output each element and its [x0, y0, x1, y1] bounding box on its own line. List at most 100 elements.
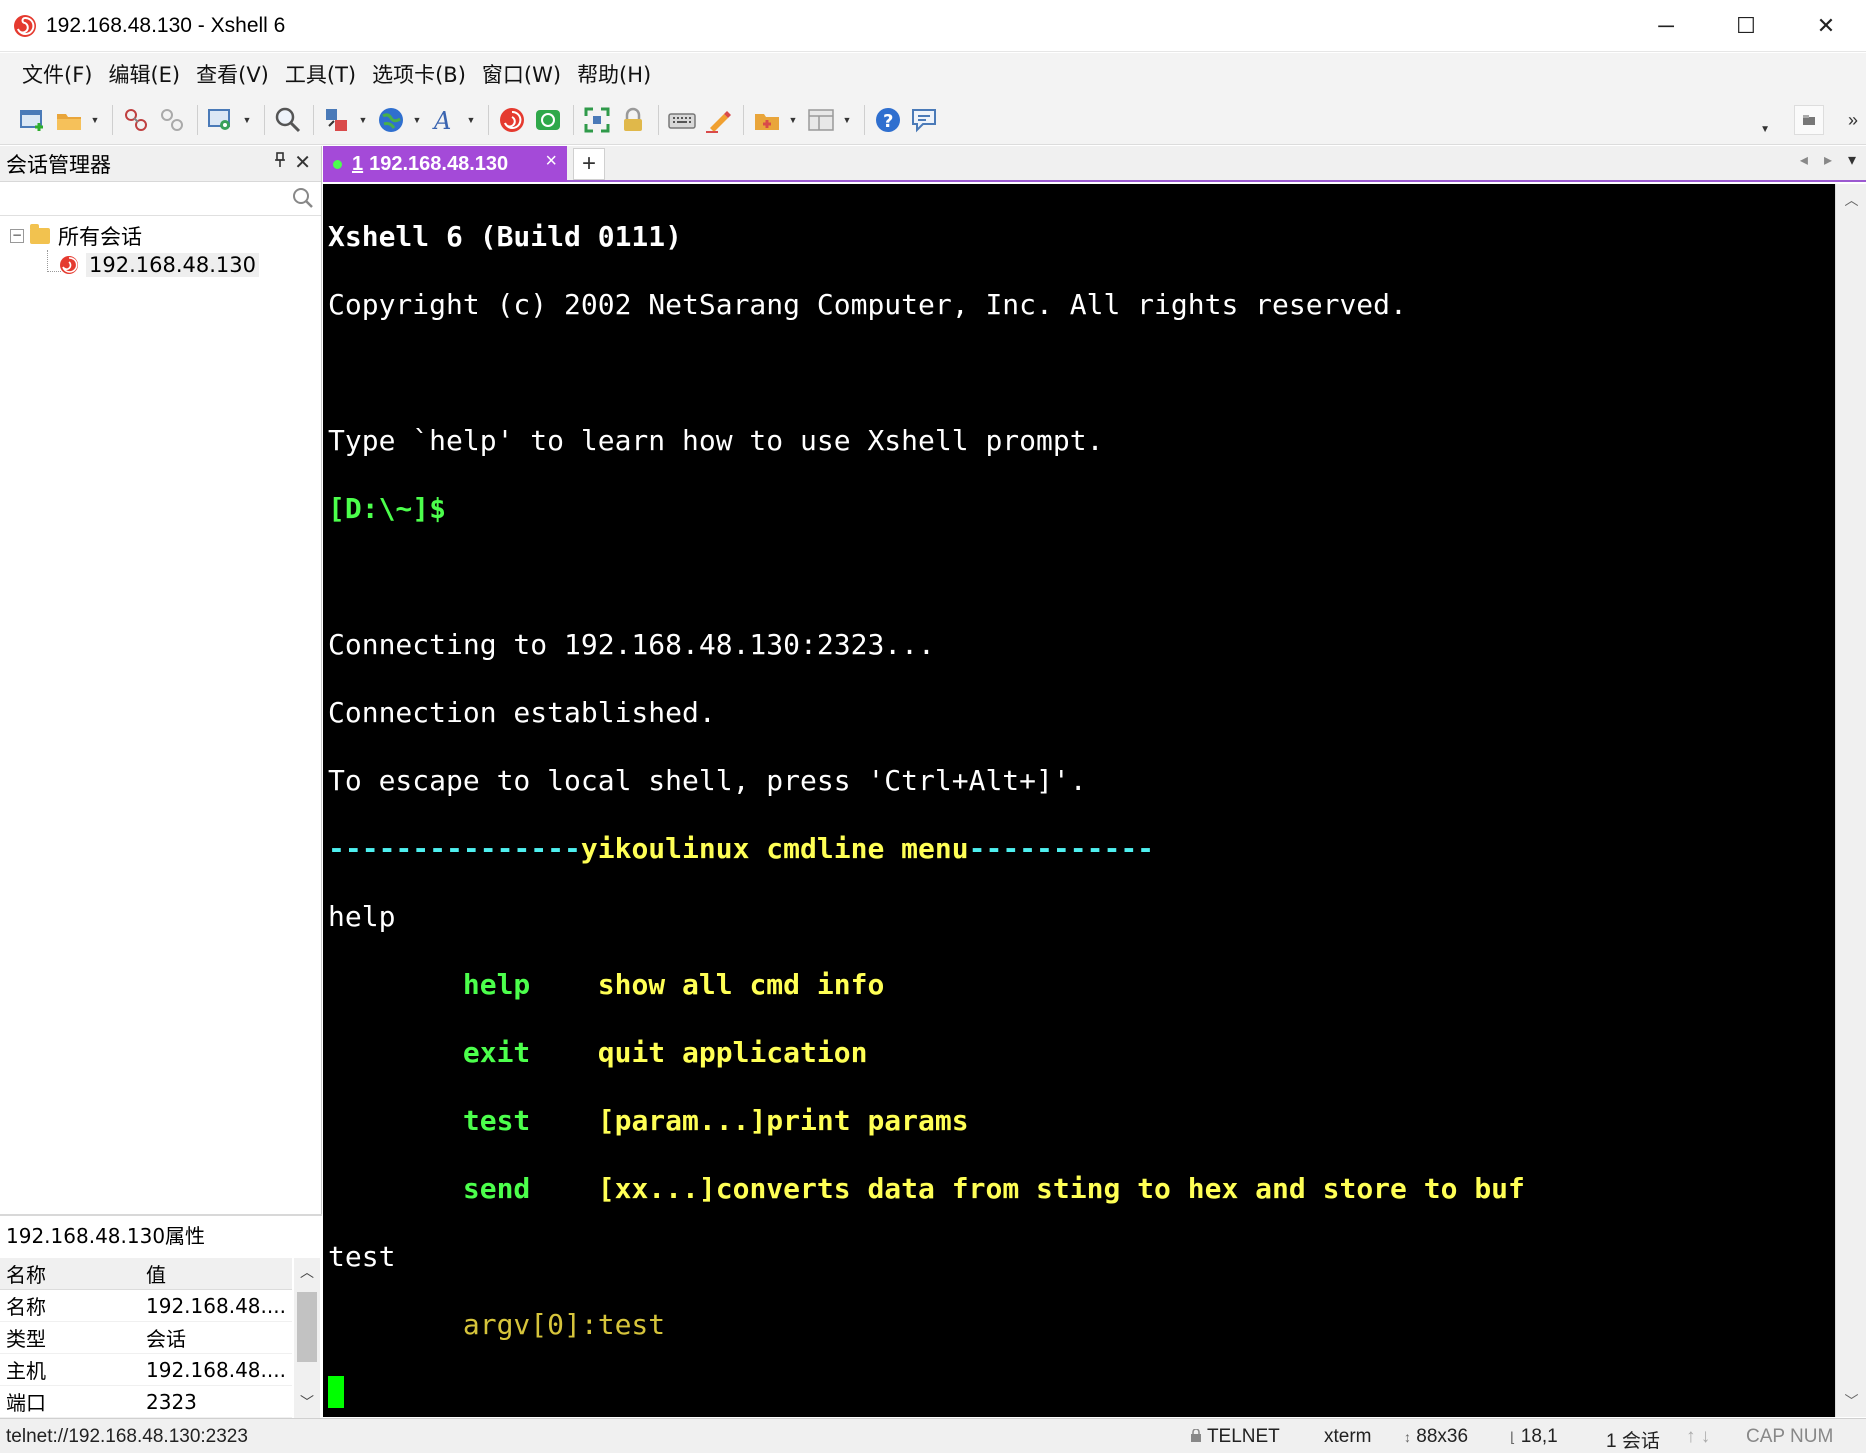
collapse-toggle-icon[interactable]: − — [10, 229, 24, 243]
status-protocol-label: TELNET — [1206, 1426, 1280, 1447]
compose-bar-icon[interactable] — [1793, 105, 1824, 135]
toolbar-separator — [573, 104, 574, 135]
property-value: 会话 — [146, 1327, 186, 1351]
tree-item-session[interactable]: 192.168.48.130 — [58, 251, 259, 279]
properties-dropdown-arrow-icon[interactable]: ▼ — [242, 105, 252, 135]
menu-tools[interactable]: 工具(T) — [277, 59, 364, 89]
table-row[interactable]: 端口 2323 — [0, 1386, 292, 1418]
fullscreen-icon[interactable] — [582, 105, 612, 135]
search-icon[interactable] — [291, 186, 315, 216]
menu-tabs[interactable]: 选项卡(B) — [364, 59, 474, 89]
folder-dropdown-arrow-icon[interactable]: ▼ — [788, 105, 798, 135]
find-icon[interactable] — [273, 105, 303, 135]
menu-description: [param...]print params — [597, 1104, 969, 1137]
menu-command: exit — [462, 1036, 531, 1069]
menu-help[interactable]: 帮助(H) — [569, 59, 659, 89]
upload-arrow-icon: ↑ — [1686, 1426, 1696, 1447]
font-dropdown-arrow-icon[interactable]: ▼ — [466, 105, 476, 135]
close-window-button[interactable]: ✕ — [1786, 0, 1866, 52]
close-tab-icon[interactable]: × — [545, 150, 557, 173]
properties-scrollbar[interactable]: ︿ ﹀ — [294, 1258, 320, 1418]
open-folder-icon[interactable] — [54, 105, 84, 135]
font-icon[interactable]: A — [430, 105, 460, 135]
menu-window[interactable]: 窗口(W) — [474, 59, 569, 89]
properties-table: 名称 值 名称 192.168.48.... 类型 会话 主机 192.168.… — [0, 1258, 292, 1418]
menu-command: test — [462, 1104, 531, 1137]
table-row[interactable]: 类型 会话 — [0, 1322, 292, 1354]
add-to-folder-icon[interactable] — [752, 105, 782, 135]
menu-description: show all cmd info — [597, 968, 885, 1001]
layout-icon[interactable] — [806, 105, 836, 135]
status-transfer-arrows: ↑ ↓ — [1686, 1426, 1710, 1448]
scroll-up-arrow-icon[interactable]: ︿ — [294, 1262, 320, 1282]
session-manager-header: 会话管理器 ✕ — [0, 146, 321, 182]
column-header-value[interactable]: 值 — [140, 1259, 290, 1288]
svg-text:?: ? — [883, 111, 893, 132]
scroll-down-arrow-icon[interactable]: ﹀ — [294, 1392, 320, 1412]
download-arrow-icon: ↓ — [1700, 1426, 1711, 1447]
new-session-icon[interactable] — [18, 105, 48, 135]
reconnect-icon[interactable] — [121, 105, 151, 135]
terminal-output[interactable]: Xshell 6 (Build 0111) Copyright (c) 2002… — [323, 184, 1835, 1417]
tab-scroll-right-icon[interactable]: ▸ — [1824, 150, 1832, 170]
table-row[interactable]: 主机 192.168.48.... — [0, 1354, 292, 1386]
property-value: 2323 — [146, 1389, 197, 1414]
xshell-new-icon[interactable] — [497, 105, 527, 135]
title-bar: 192.168.48.130 - Xshell 6 ─ ☐ ✕ — [0, 0, 1866, 52]
table-row[interactable]: 名称 192.168.48.... — [0, 1290, 292, 1322]
menu-file[interactable]: 文件(F) — [14, 59, 100, 89]
highlight-pen-icon[interactable] — [703, 105, 733, 135]
help-icon[interactable]: ? — [873, 105, 903, 135]
property-key: 端口 — [6, 1391, 46, 1415]
open-dropdown-arrow-icon[interactable]: ▼ — [90, 105, 100, 135]
property-value: 192.168.48.... — [146, 1357, 286, 1382]
close-panel-icon[interactable]: ✕ — [294, 150, 311, 175]
lock-icon[interactable] — [618, 105, 648, 135]
session-tree: − 所有会话 192.168.48.130 — [0, 216, 321, 1216]
scroll-up-arrow-icon[interactable]: ︿ — [1836, 190, 1866, 210]
menu-view[interactable]: 查看(V) — [188, 59, 277, 89]
transfer-icon[interactable] — [322, 105, 352, 135]
tab-scroll-left-icon[interactable]: ◂ — [1800, 150, 1808, 170]
maximize-button[interactable]: ☐ — [1706, 0, 1786, 52]
minimize-button[interactable]: ─ — [1626, 0, 1706, 52]
session-search-input[interactable] — [4, 184, 284, 212]
xshell-logo-icon — [14, 14, 36, 37]
pin-icon[interactable] — [273, 152, 287, 173]
terminal-line: Xshell 6 (Build 0111) — [328, 220, 683, 253]
scrollbar-thumb[interactable] — [297, 1292, 317, 1362]
tab-navigation: ◂ ▸ ▾ — [1800, 150, 1856, 170]
terminal-line: To escape to local shell, press 'Ctrl+Al… — [328, 764, 1087, 797]
toolbar-separator — [658, 104, 659, 135]
terminal-line: Copyright (c) 2002 NetSarang Computer, I… — [328, 288, 1407, 321]
tab-label: 192.168.48.130 — [369, 152, 509, 175]
keyboard-icon[interactable] — [667, 105, 697, 135]
xftp-icon[interactable] — [533, 105, 563, 135]
column-header-name[interactable]: 名称 — [0, 1259, 140, 1288]
layout-dropdown-arrow-icon[interactable]: ▼ — [842, 105, 852, 135]
scroll-down-arrow-icon[interactable]: ﹀ — [1836, 1391, 1866, 1411]
terminal-line: Type `help' to learn how to use Xshell p… — [328, 424, 1104, 457]
new-tab-button[interactable]: + — [573, 148, 605, 180]
connected-status-dot-icon — [333, 159, 342, 169]
menu-edit[interactable]: 编辑(E) — [100, 59, 188, 89]
tab-list-dropdown-icon[interactable]: ▾ — [1848, 150, 1856, 170]
menu-row: exit quit application — [328, 1036, 1835, 1070]
toolbar-overflow-arrow-icon[interactable]: ▼ — [1760, 124, 1770, 135]
tree-item-all-sessions[interactable]: − 所有会话 — [10, 222, 142, 250]
status-connection-url: telnet://192.168.48.130:2323 — [6, 1426, 248, 1447]
toolbar-chevron-right-icon[interactable]: » — [1848, 110, 1858, 131]
toolbar-separator — [864, 104, 865, 135]
tab-session[interactable]: 1 192.168.48.130 × — [323, 146, 567, 182]
transfer-dropdown-arrow-icon[interactable]: ▼ — [358, 105, 368, 135]
property-key: 名称 — [6, 1295, 46, 1319]
property-key: 主机 — [6, 1359, 46, 1383]
properties-icon[interactable] — [206, 105, 236, 135]
globe-icon[interactable] — [376, 105, 406, 135]
chat-icon[interactable] — [909, 105, 939, 135]
terminal-scrollbar[interactable]: ︿ ﹀ — [1835, 184, 1866, 1417]
globe-dropdown-arrow-icon[interactable]: ▼ — [412, 105, 422, 135]
disconnect-icon[interactable] — [157, 105, 187, 135]
tab-number: 1 — [352, 152, 364, 175]
